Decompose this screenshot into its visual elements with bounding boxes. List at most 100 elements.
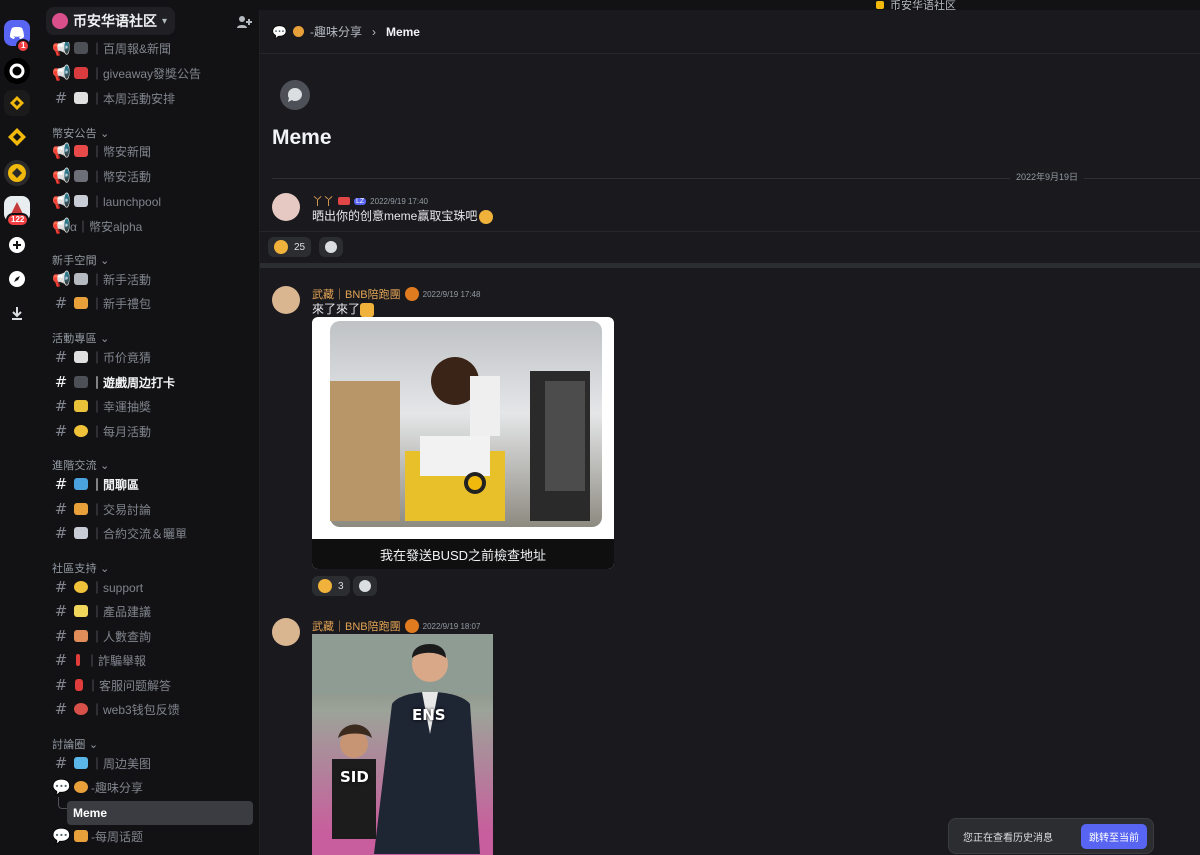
message-text: 來了來了 [312,300,375,317]
channel-binance-news[interactable]: 📢 ｜幣安新聞 [44,139,252,163]
date-divider: 2022年9月19日 [1010,170,1085,183]
server-rail: 1 122 [0,10,40,855]
hash-icon: # [54,524,68,542]
channel-member-count[interactable]: # ｜人數查詢 [44,624,252,648]
channel-label: ｜币价竟猜 [91,350,152,365]
calendar-icon [74,42,88,54]
channel-fun-share[interactable]: 💬 -趣味分享 [44,775,252,799]
channel-price-guess[interactable]: # ｜币价竟猜 [44,345,252,369]
category-discussion[interactable]: 討論圈 ⌄ [52,736,98,752]
channel-label: ｜詐騙舉報 [86,653,147,668]
channel-weekly-news[interactable]: 📢 ｜百周報&新聞 [44,42,252,60]
gift-icon [74,297,88,309]
discover-icon[interactable] [4,266,30,292]
category-advanced-chat[interactable]: 進階交流 ⌄ [52,457,110,473]
channel-label: ｜周边美图 [91,756,152,771]
channel-support[interactable]: # ｜support [44,575,252,599]
channel-lucky-draw[interactable]: # ｜幸運抽獎 [44,394,252,418]
smiley-icon [74,581,88,593]
hash-icon: # [54,397,68,415]
meme-label-sid: SID [340,768,369,786]
channel-cs-faq[interactable]: # ｜客服问题解答 [44,673,252,697]
forum-icon: 💬 [52,827,71,845]
channel-label: ｜新手活動 [91,272,152,287]
channel-chat-room[interactable]: # ｜閒聊區 [44,472,252,496]
server-mini-icon [876,1,884,9]
avatar[interactable] [272,618,300,646]
message-header: 武藏｜BNB陪跑團 2022/9/19 18:07 [312,618,480,634]
thread-label: Meme [73,806,108,820]
username[interactable]: 武藏｜BNB陪跑團 [312,618,401,634]
emoji-icon [479,209,494,224]
announcement-icon: 📢 [52,142,71,160]
category-events-zone[interactable]: 活動專區 ⌄ [52,330,110,346]
add-reaction-button[interactable] [353,576,377,596]
history-toast-text: 您正在查看历史消息 [963,832,1053,844]
emoji-icon [360,302,375,317]
server-icon-binance[interactable] [4,160,30,186]
jump-to-present-button[interactable]: 跳转至当前 [1081,823,1147,849]
timestamp: 2022/9/19 18:07 [422,621,481,631]
invite-people-icon[interactable] [236,14,252,33]
server-badge: 122 [6,213,30,227]
channel-label: ｜幸運抽獎 [91,399,152,414]
breadcrumb-parent[interactable]: -趣味分享 [310,23,362,40]
channel-binance-events[interactable]: 📢 ｜幣安活動 [44,164,252,188]
server-name-pill[interactable]: 币安华语社区 ▾ [46,7,176,35]
channel-binance-alpha[interactable]: 📢 α｜幣安alpha [44,214,252,238]
server-name: 币安华语社区 [73,13,157,29]
server-icon-binance-folder[interactable] [4,124,30,150]
reaction-button[interactable]: 25 [268,237,312,257]
meme-image[interactable] [330,321,602,527]
channel-monthly-events[interactable]: # ｜每月活動 [44,419,252,443]
category-newbie-space[interactable]: 新手空間 ⌄ [52,252,110,268]
channel-suggestions[interactable]: # ｜產品建議 [44,599,252,623]
channel-launchpool[interactable]: 📢 ｜launchpool [44,189,252,213]
whale-icon [74,478,88,490]
category-community-support[interactable]: 社區支持 ⌄ [52,560,110,576]
channel-newbie-gifts[interactable]: # ｜新手禮包 [44,291,252,315]
channel-web3-wallet-feedback[interactable]: # ｜web3钱包反馈 [44,697,252,721]
thread-meme[interactable]: Meme [67,801,253,825]
channel-label: ｜每月活動 [91,424,152,439]
channel-futures-talk[interactable]: # ｜合約交流＆曬單 [44,521,252,545]
channel-scam-report[interactable]: # ｜詐騙舉報 [44,648,252,672]
server-icon-ring[interactable] [4,58,30,84]
channel-game-checkin[interactable]: # ｜遊戲周边打卡 [44,370,252,394]
channel-list: 📢 ｜百周報&新聞 📢 ｜giveaway發獎公告 # ｜本周活動安排 幣安公告 ⌄ … [40,42,260,855]
add-reaction-button[interactable] [319,237,343,257]
love-emoji-icon [274,240,288,254]
channel-label: ｜幣安活動 [91,169,152,184]
reaction-count: 3 [338,580,344,592]
timestamp: 2022/9/19 17:40 [370,196,429,206]
avatar[interactable] [272,193,300,221]
channel-label: ｜幣安新聞 [91,144,152,159]
download-icon[interactable] [4,300,30,326]
hash-icon: # [54,676,68,694]
meme-image-embed[interactable]: 我在發送BUSD之前檢查地址 [312,317,614,569]
history-toast: 您正在查看历史消息 跳转至当前 [948,818,1154,854]
channel-giveaway[interactable]: 📢 ｜giveaway發獎公告 [44,61,252,85]
channel-newbie-events[interactable]: 📢 ｜新手活動 [44,267,252,291]
divider [260,231,1200,232]
add-server-icon[interactable] [4,232,30,258]
gamepad-icon [74,376,88,388]
hash-icon: # [54,578,68,596]
channel-label: ｜閒聊區 [91,477,140,492]
announcement-icon: 📢 [52,217,71,235]
meme-label-ens: ENS [412,706,446,724]
add-reaction-icon [359,580,371,592]
meme-image-2[interactable]: ENS SID [312,634,493,855]
channel-weekly-events[interactable]: # ｜本周活動安排 [44,86,252,110]
channel-label: ｜產品建議 [91,604,152,619]
hash-icon: # [54,627,68,645]
server-icon-binance-cn[interactable] [4,90,30,116]
reaction-button[interactable]: 3 [312,576,350,596]
channel-label: α｜幣安alpha [70,219,143,234]
channel-trading-talk[interactable]: # ｜交易討論 [44,497,252,521]
lightbulb-icon [74,605,88,617]
channel-weekly-topic[interactable]: 💬 -每周话题 [44,824,252,848]
avatar[interactable] [272,286,300,314]
pumpkin-icon [404,287,419,301]
channel-merch-photos[interactable]: # ｜周边美图 [44,751,252,775]
